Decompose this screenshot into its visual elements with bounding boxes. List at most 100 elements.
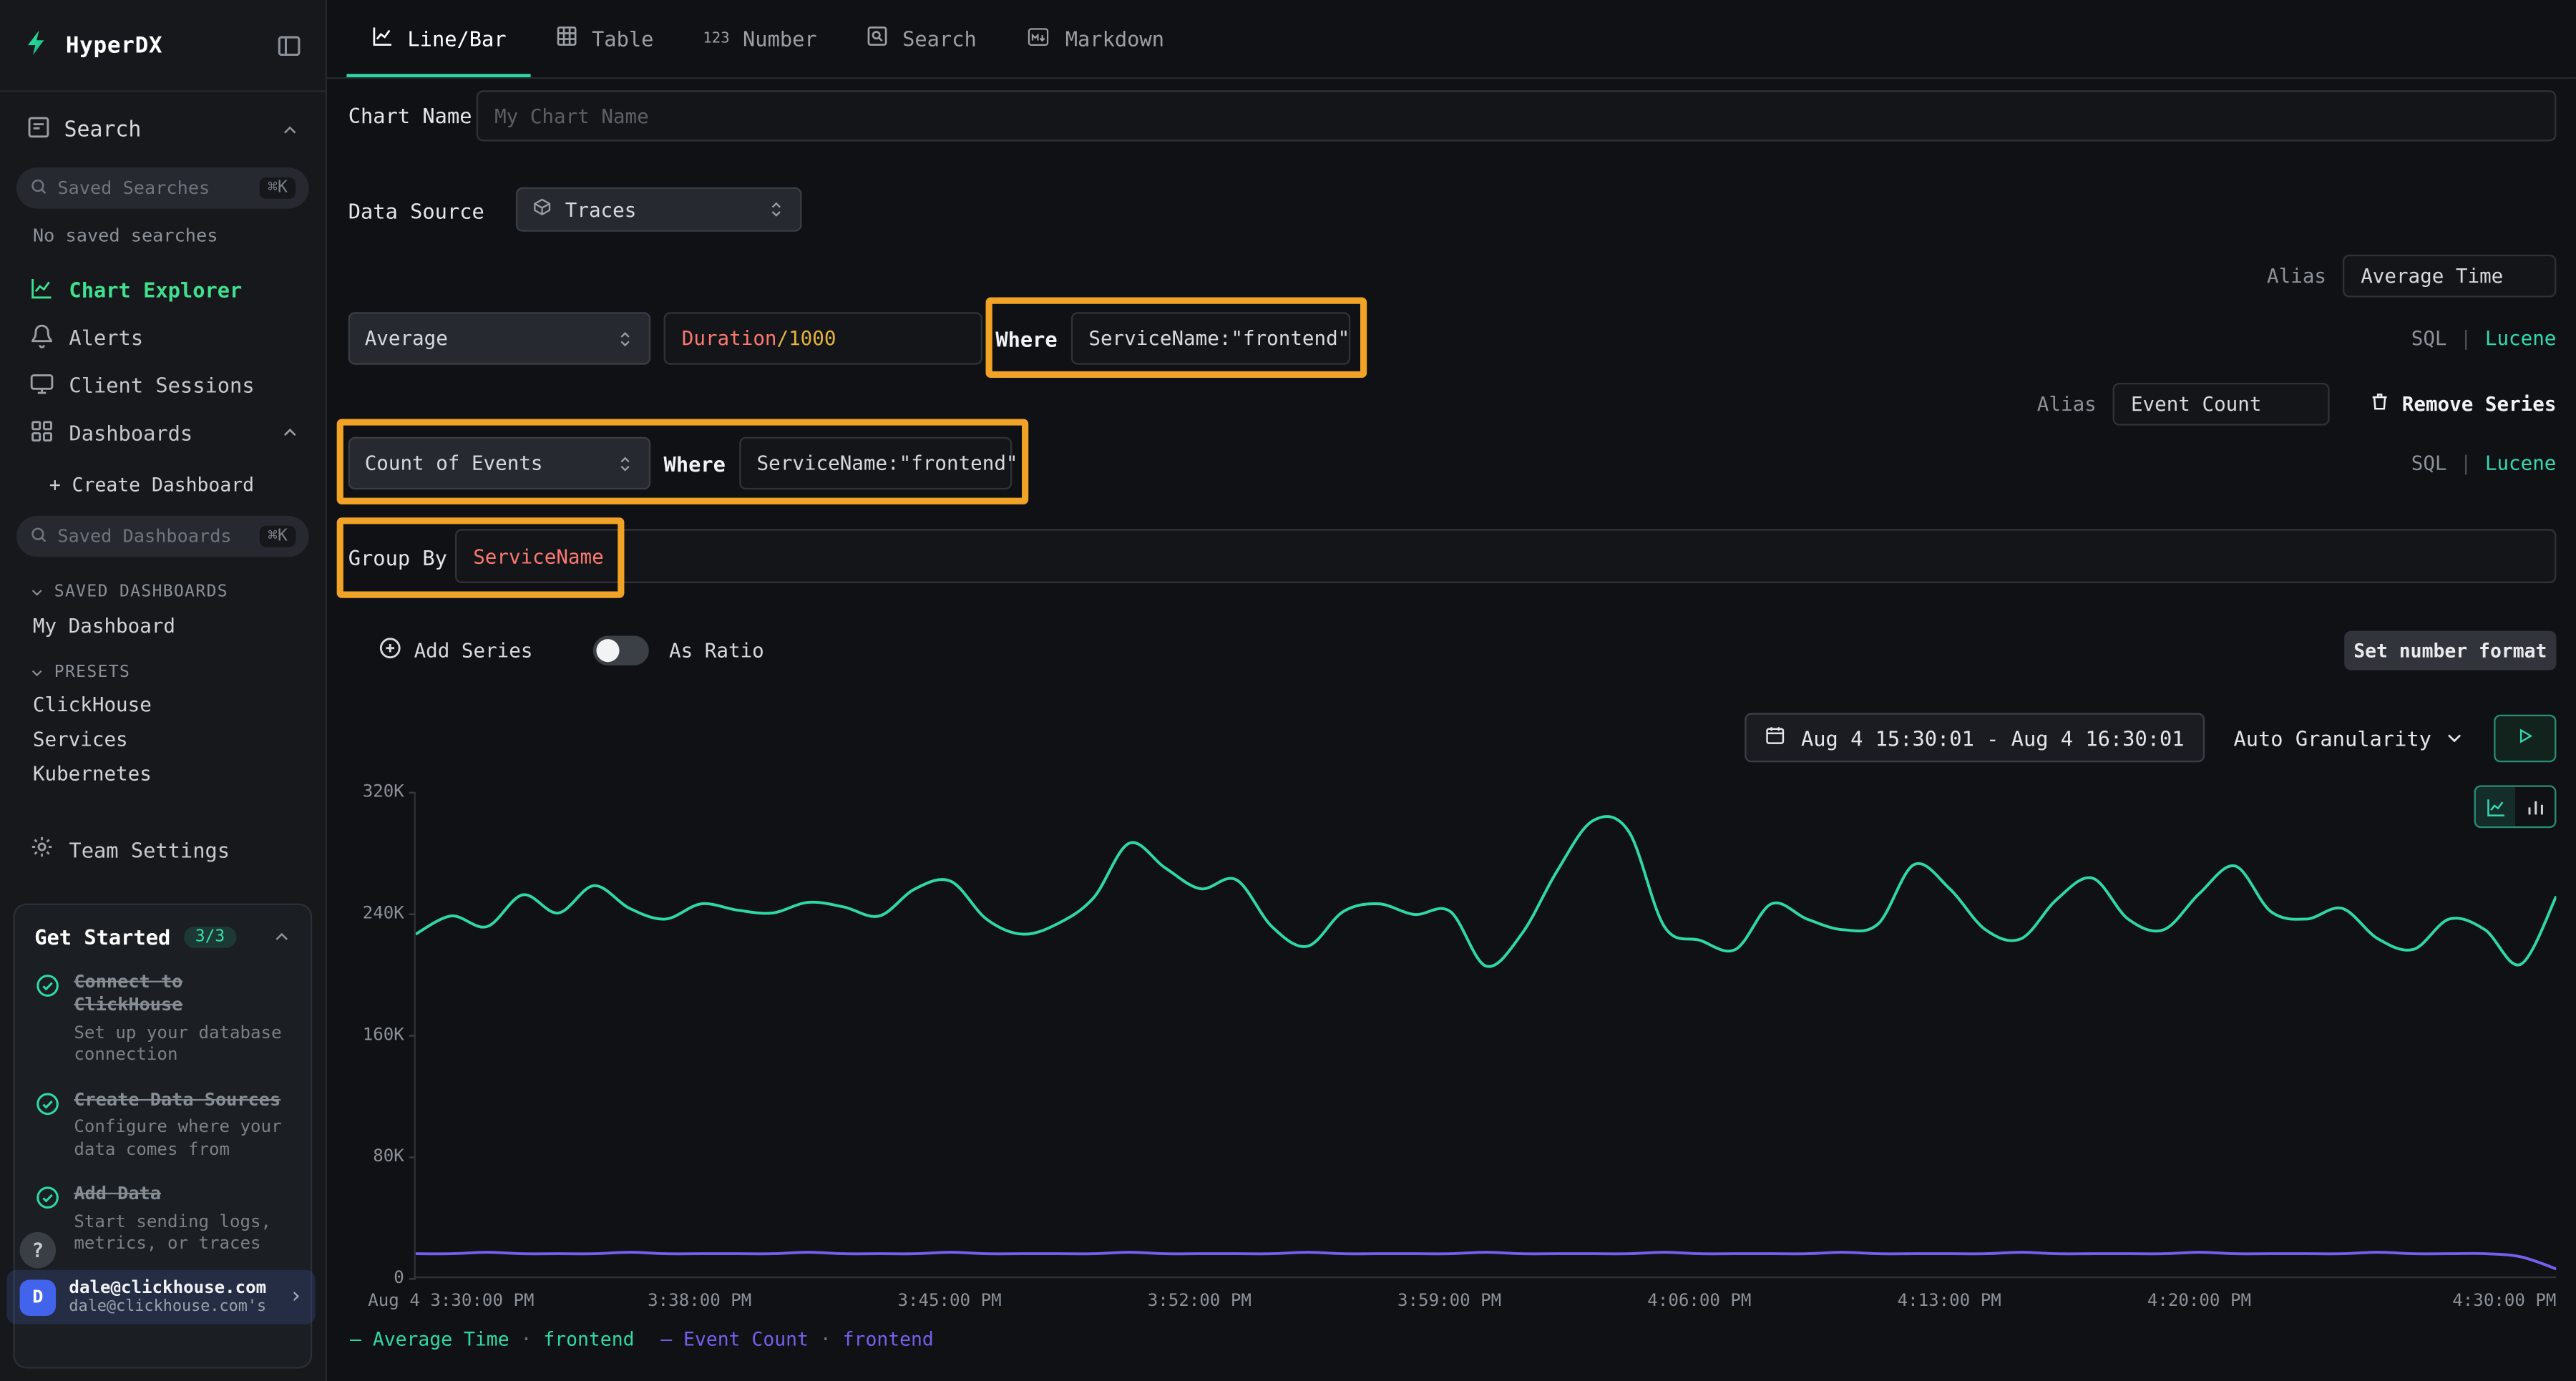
collapse-sidebar-icon[interactable] — [276, 32, 303, 59]
check-circle-icon — [34, 1090, 61, 1162]
saved-dashboards-section[interactable]: SAVED DASHBOARDS — [29, 583, 325, 601]
main-content: Line/Bar Table 123 Number Search — [327, 0, 2576, 1381]
search-section-header[interactable]: Search — [0, 92, 326, 155]
legend-item[interactable]: — Average Time · frontend — [350, 1327, 634, 1350]
legend-item[interactable]: — Event Count · frontend — [660, 1327, 934, 1350]
line-chart-icon — [29, 275, 54, 305]
sidebar-item-kubernetes[interactable]: Kubernetes — [33, 762, 326, 785]
updown-chevron-icon — [767, 200, 785, 218]
tab-search[interactable]: Search — [841, 0, 1001, 77]
app-root: HyperDX Search Saved Searches ⌘K No save… — [0, 0, 2576, 1381]
sidebar-item-chart-explorer[interactable]: Chart Explorer — [0, 266, 326, 314]
remove-series-button[interactable]: Remove Series — [2369, 391, 2557, 417]
saved-dashboards-input[interactable]: Saved Dashboards ⌘K — [16, 516, 309, 557]
x-axis-tick-label: 3:45:00 PM — [897, 1292, 1001, 1312]
chevron-up-icon[interactable] — [281, 424, 299, 441]
get-started-item-connect[interactable]: Connect to ClickHouse Set up your databa… — [34, 971, 291, 1068]
series2-where-label: Where — [664, 451, 726, 475]
sidebar-item-my-dashboard[interactable]: My Dashboard — [33, 615, 326, 638]
tab-line-bar[interactable]: Line/Bar — [346, 0, 531, 77]
series1-lucene-toggle[interactable]: Lucene — [2485, 327, 2557, 350]
sidebar-item-team-settings[interactable]: Team Settings — [0, 834, 326, 864]
get-started-title: Get Started — [34, 925, 170, 950]
help-button[interactable]: ? — [20, 1232, 57, 1269]
create-dashboard-button[interactable]: + Create Dashboard — [49, 467, 326, 503]
chart-type-toggle — [2474, 785, 2557, 828]
updown-chevron-icon — [616, 329, 634, 347]
alias-label: Alias — [2267, 265, 2326, 288]
group-by-input[interactable]: ServiceName — [455, 529, 2556, 583]
bar-chart-type-button[interactable] — [2515, 787, 2555, 826]
plus-circle-icon — [378, 636, 402, 665]
x-axis-tick-label: 3:52:00 PM — [1148, 1292, 1252, 1312]
add-series-button[interactable]: Add Series — [378, 636, 532, 665]
sidebar-item-client-sessions[interactable]: Client Sessions — [0, 361, 326, 409]
avatar: D — [20, 1279, 57, 1315]
data-source-select[interactable]: Traces — [516, 187, 801, 232]
run-query-button[interactable] — [2494, 714, 2556, 762]
series1-alias-input[interactable]: Average Time — [2343, 255, 2556, 298]
y-axis-tick-label: 240K — [348, 904, 404, 924]
markdown-icon — [1026, 26, 1053, 52]
search-section-icon — [26, 115, 51, 145]
series1-aggregation-select[interactable]: Average — [348, 312, 650, 364]
get-started-item-add-data[interactable]: Add Data Start sending logs, metrics, or… — [34, 1184, 291, 1256]
get-started-item-datasources[interactable]: Create Data Sources Configure where your… — [34, 1089, 291, 1162]
y-axis-tick-label: 160K — [348, 1025, 404, 1045]
user-menu[interactable]: D dale@clickhouse.com dale@clickhouse.co… — [6, 1270, 316, 1324]
x-axis-tick-label: 4:20:00 PM — [2147, 1292, 2251, 1312]
saved-searches-input[interactable]: Saved Searches ⌘K — [16, 167, 309, 208]
series1-where-input[interactable]: ServiceName:"frontend" — [1070, 312, 1350, 364]
sidebar-item-dashboards[interactable]: Dashboards — [0, 409, 326, 457]
get-started-progress-badge: 3/3 — [184, 927, 237, 948]
saved-searches-placeholder: Saved Searches — [57, 177, 250, 199]
date-range-picker[interactable]: Aug 4 15:30:01 - Aug 4 16:30:01 — [1745, 713, 2204, 762]
bar-chart-icon — [2524, 796, 2546, 817]
series2-alias-input[interactable]: Event Count — [2113, 383, 2330, 426]
chart-plot[interactable] — [414, 792, 2557, 1279]
series1-sql-toggle[interactable]: SQL — [2411, 327, 2447, 350]
presets-section[interactable]: PRESETS — [29, 664, 325, 682]
series2-where-input[interactable]: ServiceName:"frontend" — [738, 437, 1011, 489]
line-chart-type-button[interactable] — [2476, 787, 2515, 826]
user-org: dale@clickhouse.com's — [69, 1298, 276, 1316]
series2-sql-toggle[interactable]: SQL — [2411, 452, 2447, 474]
sidebar-nav: Chart Explorer Alerts Client Sessions Da… — [0, 266, 326, 457]
x-axis-tick-label: 3:38:00 PM — [648, 1292, 751, 1312]
y-axis-tick-label: 80K — [348, 1147, 404, 1167]
no-saved-searches-text: No saved searches — [33, 225, 326, 247]
sidebar-item-services[interactable]: Services — [33, 728, 326, 751]
grid-icon — [29, 418, 54, 447]
series1-field-input[interactable]: Duration/1000 — [664, 312, 982, 364]
x-axis-tick-label: 4:30:00 PM — [2452, 1292, 2556, 1312]
data-source-value: Traces — [565, 198, 754, 221]
shortcut-badge: ⌘K — [260, 177, 296, 199]
tab-number[interactable]: 123 Number — [678, 0, 841, 77]
as-ratio-toggle[interactable] — [593, 636, 649, 665]
cube-icon — [532, 197, 552, 222]
line-chart-icon — [2485, 796, 2507, 817]
as-ratio-label: As Ratio — [669, 639, 764, 662]
search-icon — [29, 525, 47, 548]
series2-lucene-toggle[interactable]: Lucene — [2485, 452, 2557, 474]
group-by-label: Group By — [348, 545, 447, 570]
tab-table[interactable]: Table — [531, 0, 678, 77]
tab-markdown[interactable]: Markdown — [1001, 0, 1189, 77]
trash-icon — [2369, 391, 2391, 417]
chart-svg — [416, 792, 2557, 1277]
set-number-format-button[interactable]: Set number format — [2344, 631, 2556, 670]
sidebar-item-clickhouse[interactable]: ClickHouse — [33, 693, 326, 716]
granularity-select[interactable]: Auto Granularity — [2217, 726, 2480, 750]
sidebar: HyperDX Search Saved Searches ⌘K No save… — [0, 0, 327, 1381]
sidebar-item-alerts[interactable]: Alerts — [0, 314, 326, 362]
series2-aggregation-select[interactable]: Count of Events — [348, 437, 650, 489]
y-axis-tick-label: 0 — [348, 1268, 404, 1288]
chevron-up-icon[interactable] — [281, 121, 299, 139]
x-axis-tick-label: 3:59:00 PM — [1397, 1292, 1501, 1312]
chart-legend: — Average Time · frontend — Event Count ·… — [350, 1327, 934, 1350]
table-icon — [556, 24, 579, 52]
chart-name-input[interactable]: My Chart Name — [477, 90, 2557, 141]
chevron-up-icon[interactable] — [273, 928, 291, 946]
chart-name-label: Chart Name — [348, 104, 472, 128]
y-axis-tick-label: 320K — [348, 782, 404, 802]
